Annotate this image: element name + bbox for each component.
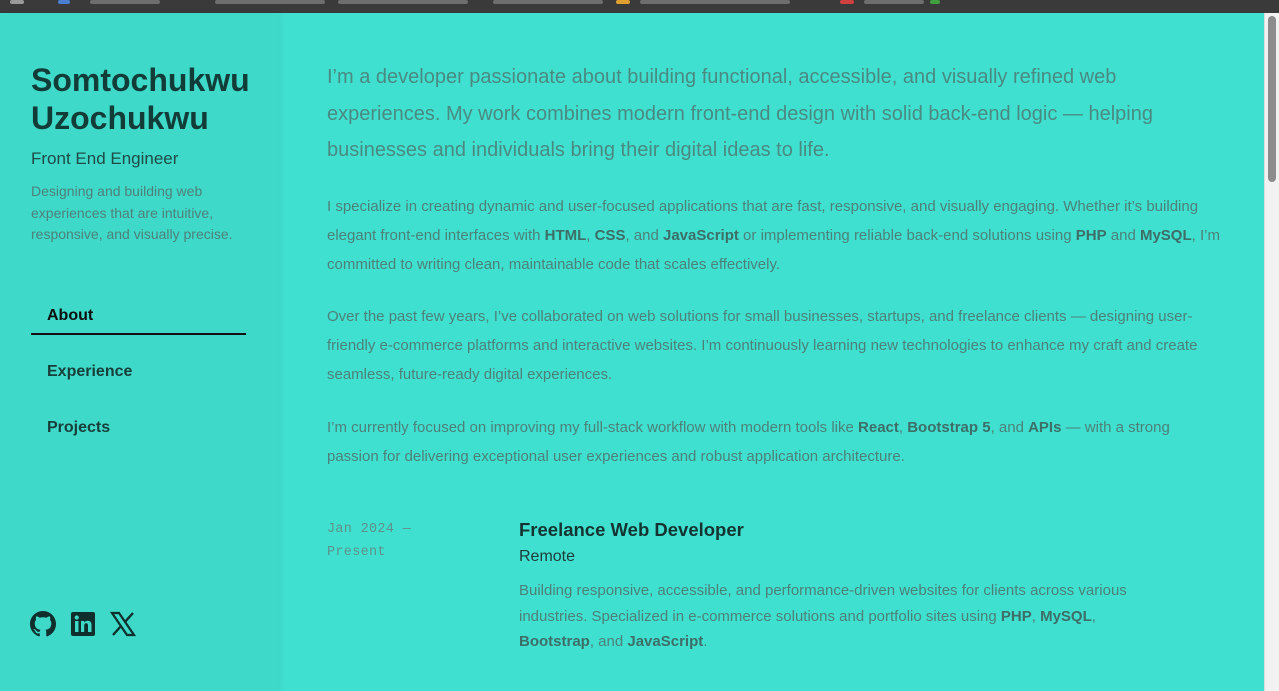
nav-item-about[interactable]: About <box>31 297 246 335</box>
highlight-html: HTML <box>544 227 587 244</box>
nav-item-experience[interactable]: Experience <box>31 353 246 391</box>
linkedin-icon[interactable] <box>70 611 96 637</box>
highlight-react: React <box>858 419 899 436</box>
bookmark-favicon[interactable] <box>58 0 70 4</box>
highlight-bootstrap: Bootstrap 5 <box>907 419 991 436</box>
github-icon[interactable] <box>30 611 56 637</box>
highlight-mysql: MySQL <box>1139 227 1192 244</box>
nav-item-label: About <box>47 307 94 324</box>
profile-role: Front End Engineer <box>31 149 179 168</box>
highlight-apis: APIs <box>1028 419 1062 436</box>
page-scrollbar[interactable] <box>1264 13 1279 691</box>
profile-tagline: Designing and building web experiences t… <box>31 183 233 242</box>
nav-item-label: Experience <box>47 363 133 380</box>
bookmark-item[interactable] <box>215 0 325 4</box>
bookmark-favicon[interactable] <box>616 0 630 4</box>
experience-description: Building responsive, accessible, and per… <box>519 582 1127 650</box>
apps-icon[interactable] <box>10 0 24 4</box>
highlight-php: PHP <box>1075 227 1107 244</box>
about-paragraph: Over the past few years, I’ve collaborat… <box>327 308 1198 383</box>
bookmark-item[interactable] <box>90 0 160 4</box>
nav-item-label: Projects <box>47 419 111 436</box>
highlight-css: CSS <box>594 227 626 244</box>
scrollbar-thumb[interactable] <box>1268 16 1276 182</box>
nav-item-projects[interactable]: Projects <box>31 409 246 447</box>
highlight-javascript: JavaScript <box>663 227 739 244</box>
x-icon[interactable] <box>109 611 137 637</box>
bookmark-item[interactable] <box>338 0 468 4</box>
bookmark-favicon[interactable] <box>840 0 854 4</box>
main-content: I’m a developer passionate about buildin… <box>279 13 1264 691</box>
experience-title[interactable]: Freelance Web Developer <box>519 519 744 541</box>
bookmark-item[interactable] <box>493 0 603 4</box>
bookmark-item[interactable] <box>864 0 924 4</box>
experience-location: Remote <box>519 548 576 565</box>
bookmark-favicon[interactable] <box>930 0 940 4</box>
profile-name: Somtochukwu Uzochukwu <box>31 62 250 136</box>
about-paragraph: I’m currently focused on improving my fu… <box>327 419 1170 465</box>
browser-bookmarks-bar <box>0 0 1279 13</box>
sidebar: Somtochukwu Uzochukwu Front End Engineer… <box>0 13 279 691</box>
about-intro: I’m a developer passionate about buildin… <box>327 66 1153 161</box>
about-paragraph: I specialize in creating dynamic and use… <box>327 198 1220 273</box>
bookmark-item[interactable] <box>640 0 790 4</box>
experience-date: Jan 2024 — Present <box>327 522 412 560</box>
